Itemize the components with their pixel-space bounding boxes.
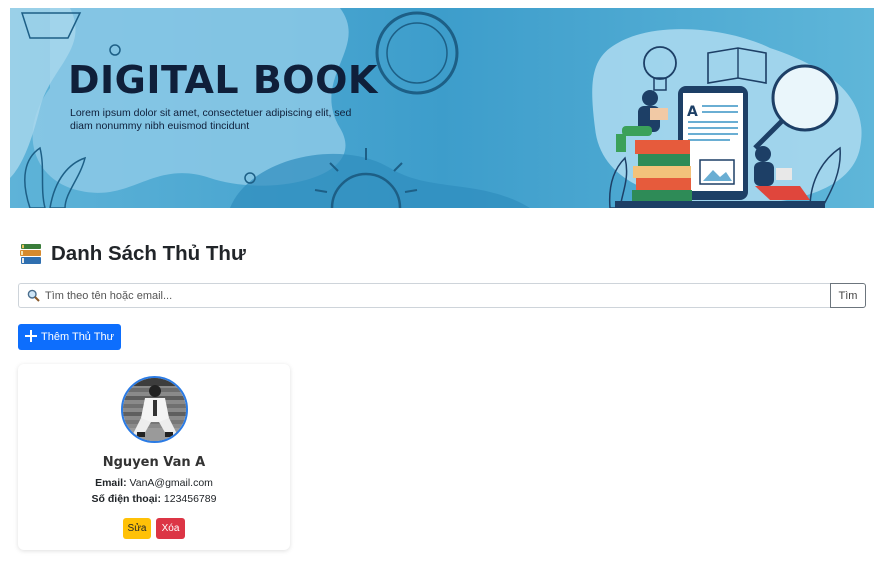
search-icon [27,289,40,302]
email-label: Email: [95,477,127,489]
avatar [121,376,188,443]
books-icon [19,242,43,266]
search-button[interactable]: Tìm [830,283,866,308]
banner-title: DIGITAL BOOK [68,58,378,102]
librarian-card: Nguyen Van A Email: VanA@gmail.com Số đi… [18,364,290,550]
edit-button[interactable]: Sửa [123,518,151,539]
illustration-letter: A [687,104,698,120]
card-actions: Sửa Xóa [18,518,290,539]
page-title: Danh Sách Thủ Thư [51,242,246,265]
search-bar: Tìm [18,283,866,308]
search-input[interactable] [18,283,830,308]
email-value: VanA@gmail.com [129,477,213,489]
banner-subtitle: Lorem ipsum dolor sit amet, consectetuer… [70,107,352,132]
librarian-email: Email: VanA@gmail.com [18,477,290,489]
hero-banner: A DIGITAL BOOK Lorem ipsum dolor sit ame… [10,8,874,208]
phone-label: Số điện thoại: [91,493,161,505]
plus-icon [25,330,37,344]
page-header: Danh Sách Thủ Thư [19,240,246,268]
phone-value: 123456789 [163,493,217,505]
librarian-phone: Số điện thoại: 123456789 [18,493,290,505]
delete-button[interactable]: Xóa [156,518,185,539]
add-librarian-button[interactable]: Thêm Thủ Thư [18,324,121,350]
librarian-name: Nguyen Van A [102,455,206,470]
add-librarian-label: Thêm Thủ Thư [41,331,114,343]
